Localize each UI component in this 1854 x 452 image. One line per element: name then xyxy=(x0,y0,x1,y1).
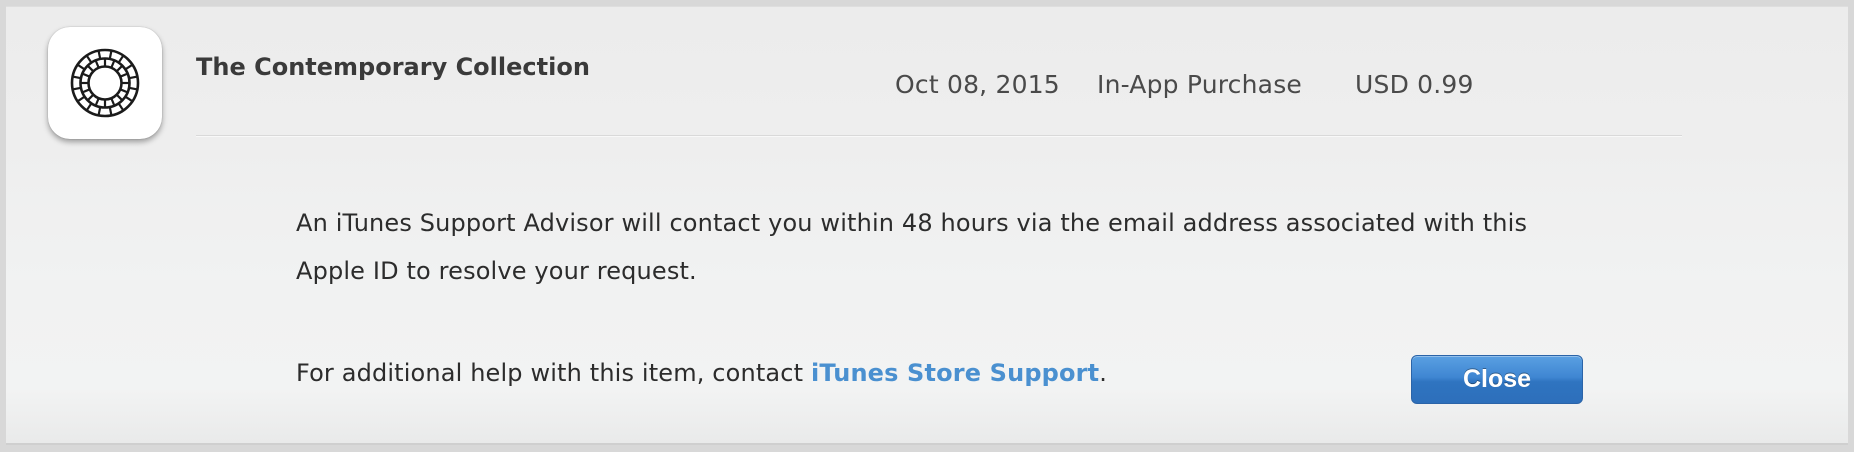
purchase-item-panel: The Contemporary Collection Oct 08, 2015… xyxy=(6,6,1848,445)
help-suffix: . xyxy=(1099,359,1108,387)
purchase-date: Oct 08, 2015 xyxy=(895,70,1060,99)
vsco-logo-icon xyxy=(70,48,140,118)
help-prefix: For additional help with this item, cont… xyxy=(296,359,811,387)
divider xyxy=(196,135,1682,136)
support-message: An iTunes Support Advisor will contact y… xyxy=(296,209,1528,285)
item-title: The Contemporary Collection xyxy=(196,53,590,81)
help-text: For additional help with this item, cont… xyxy=(296,359,1107,387)
purchase-price: USD 0.99 xyxy=(1355,70,1474,99)
app-icon xyxy=(48,27,162,139)
itunes-store-support-link[interactable]: iTunes Store Support xyxy=(811,359,1099,387)
close-button[interactable]: Close xyxy=(1411,355,1583,404)
purchase-type: In-App Purchase xyxy=(1097,70,1303,99)
